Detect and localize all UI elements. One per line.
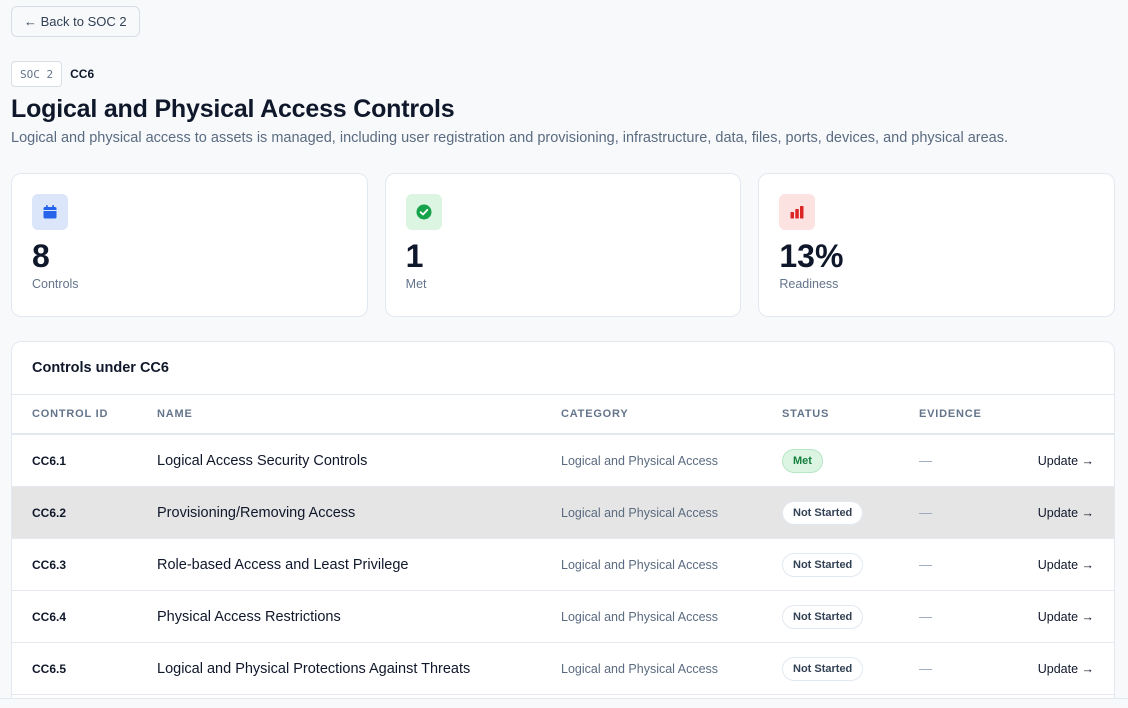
control-name: Provisioning/Removing Access xyxy=(157,504,356,521)
bar-chart-icon xyxy=(779,194,816,230)
control-id: CC6.2 xyxy=(32,505,67,520)
evidence-value: — xyxy=(919,452,932,468)
page: ← Back to SOC 2 SOC 2 CC6 Logical and Ph… xyxy=(0,0,1128,708)
evidence-value: — xyxy=(919,660,932,676)
table-header: Control ID Name Category Status Evidence xyxy=(12,395,1114,435)
control-category: Logical and Physical Access xyxy=(561,557,719,572)
category-code: CC6 xyxy=(70,67,95,81)
status-badge: Not Started xyxy=(782,500,864,525)
back-label: ← Back to SOC 2 xyxy=(24,14,127,29)
page-subtitle: Logical and physical access to assets is… xyxy=(11,130,1009,146)
update-link[interactable]: Update → xyxy=(1038,558,1094,572)
stats-row: 8 Controls 1 Met 13% Readiness xyxy=(11,173,1116,317)
control-category: Logical and Physical Access xyxy=(561,505,719,520)
column-header-status: Status xyxy=(782,408,830,420)
status-badge: Met xyxy=(782,448,823,473)
page-title: Logical and Physical Access Controls xyxy=(11,95,455,123)
update-link[interactable]: Update → xyxy=(1038,454,1094,468)
stat-label: Met xyxy=(405,276,427,291)
control-category: Logical and Physical Access xyxy=(561,453,719,468)
calendar-icon xyxy=(32,194,68,230)
stat-card-readiness: 13% Readiness xyxy=(758,173,1116,317)
control-name: Logical and Physical Protections Against… xyxy=(157,660,471,677)
scroll-edge xyxy=(0,698,1128,708)
column-header-category: Category xyxy=(561,408,629,420)
status-badge: Not Started xyxy=(782,604,864,629)
stat-label: Controls xyxy=(32,276,79,291)
column-header-evidence: Evidence xyxy=(919,408,982,420)
update-link[interactable]: Update → xyxy=(1038,662,1094,676)
control-category: Logical and Physical Access xyxy=(561,609,719,624)
status-badge: Not Started xyxy=(782,552,864,577)
control-name: Role-based Access and Least Privilege xyxy=(157,556,409,573)
column-header-control-id: Control ID xyxy=(32,408,109,420)
control-id: CC6.5 xyxy=(32,661,67,676)
evidence-value: — xyxy=(919,608,932,624)
status-badge: Not Started xyxy=(782,656,864,681)
evidence-value: — xyxy=(919,556,932,572)
column-header-name: Name xyxy=(157,408,193,420)
stat-value: 8 xyxy=(32,238,50,274)
control-name: Physical Access Restrictions xyxy=(157,608,341,625)
table-title: Controls under CC6 xyxy=(12,342,1114,395)
framework-badge: SOC 2 xyxy=(11,61,63,87)
evidence-value: — xyxy=(919,504,932,520)
table-row[interactable]: CC6.2 Provisioning/Removing Access Logic… xyxy=(12,487,1114,539)
update-link[interactable]: Update → xyxy=(1038,506,1094,520)
back-button[interactable]: ← Back to SOC 2 xyxy=(11,6,140,37)
control-name: Logical Access Security Controls xyxy=(157,452,368,469)
update-link[interactable]: Update → xyxy=(1038,610,1094,624)
stat-value: 13% xyxy=(779,238,844,274)
control-id: CC6.4 xyxy=(32,609,67,624)
stat-card-met: 1 Met xyxy=(384,173,742,317)
check-circle-icon xyxy=(405,194,442,230)
table-row[interactable]: CC6.1 Logical Access Security Controls L… xyxy=(12,435,1114,487)
control-id: CC6.3 xyxy=(32,557,67,572)
stat-value: 1 xyxy=(405,238,424,274)
table-row[interactable]: CC6.4 Physical Access Restrictions Logic… xyxy=(12,591,1114,643)
table-row[interactable]: CC6.5 Logical and Physical Protections A… xyxy=(12,643,1114,695)
breadcrumb: SOC 2 CC6 xyxy=(11,61,94,87)
stat-label: Readiness xyxy=(779,276,839,291)
control-category: Logical and Physical Access xyxy=(561,661,719,676)
table-row[interactable]: CC6.3 Role-based Access and Least Privil… xyxy=(12,539,1114,591)
control-id: CC6.1 xyxy=(32,453,67,468)
controls-table: Controls under CC6 Control ID Name Categ… xyxy=(11,341,1115,708)
stat-card-controls: 8 Controls xyxy=(11,173,368,317)
